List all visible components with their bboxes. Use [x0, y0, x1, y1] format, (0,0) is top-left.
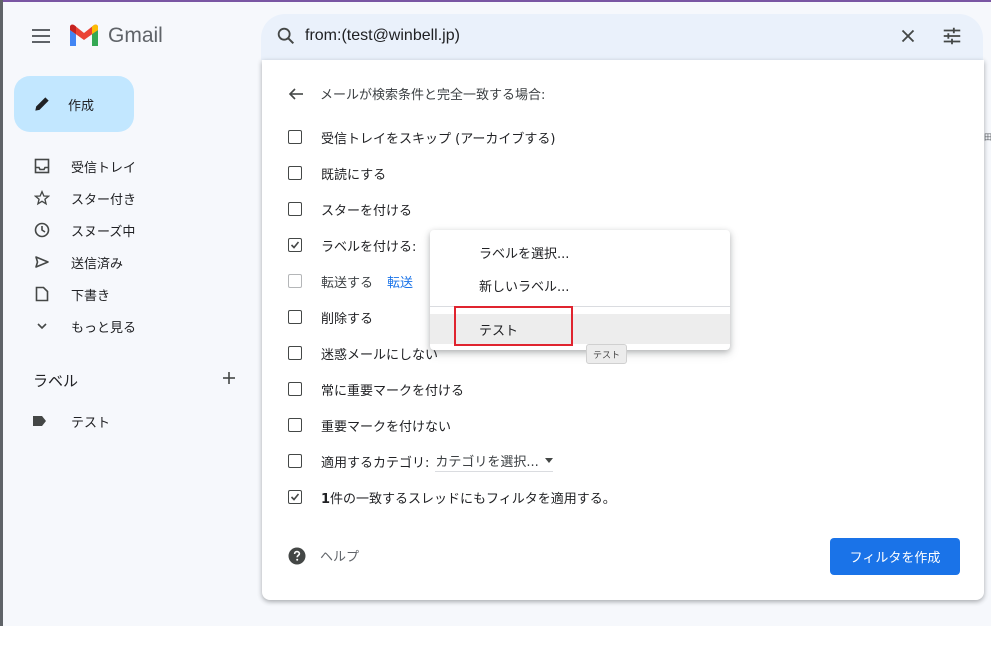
pencil-icon: [35, 97, 49, 111]
sidebar-label-test[interactable]: テスト: [3, 404, 253, 436]
search-bar[interactable]: from:(test@winbell.jp): [261, 14, 983, 60]
sidebar-item-label: 送信済み: [71, 257, 124, 272]
label-icon: [33, 412, 47, 431]
compose-button[interactable]: 作成: [14, 76, 134, 132]
chevron-down-icon: [33, 317, 51, 335]
option-label: 常に重要マークを付ける: [321, 383, 465, 399]
sidebar-item-sent[interactable]: 送信済み: [3, 246, 253, 278]
option-never-important[interactable]: 重要マークを付けない: [288, 415, 451, 435]
sidebar-item-drafts[interactable]: 下書き: [3, 278, 253, 310]
option-label: ラベルを付ける:: [321, 239, 417, 255]
category-checkbox[interactable]: [288, 454, 302, 468]
option-star[interactable]: スターを付ける: [288, 199, 412, 219]
option-label: 適用するカテゴリ:: [321, 455, 430, 471]
gmail-m-icon: [70, 24, 98, 46]
never-important-checkbox[interactable]: [288, 418, 302, 432]
matching-count: 1: [321, 491, 331, 507]
filter-heading-row: メールが検索条件と完全一致する場合:: [288, 84, 545, 103]
sidebar-item-label: もっと見る: [71, 321, 137, 336]
skip-inbox-checkbox[interactable]: [288, 130, 302, 144]
apply-existing-checkbox[interactable]: [288, 490, 302, 504]
never-spam-checkbox[interactable]: [288, 346, 302, 360]
compose-label: 作成: [68, 98, 95, 114]
option-category[interactable]: 適用するカテゴリ: カテゴリを選択...: [288, 451, 553, 472]
option-never-spam[interactable]: 迷惑メールにしない: [288, 343, 438, 363]
option-apply-existing[interactable]: 1件の一致するスレッドにもフィルタを適用する。: [288, 487, 616, 507]
help-link[interactable]: ヘルプ: [288, 546, 359, 565]
hamburger-icon: [32, 29, 50, 43]
sidebar-item-label: 受信トレイ: [71, 161, 137, 176]
option-label: 重要マークを付けない: [321, 419, 452, 435]
sidebar-item-label: スター付き: [71, 193, 137, 208]
search-input[interactable]: from:(test@winbell.jp): [305, 27, 460, 45]
category-select[interactable]: カテゴリを選択...: [435, 451, 553, 472]
draft-icon: [33, 285, 51, 303]
option-label: 1件の一致するスレッドにもフィルタを適用する。: [321, 488, 616, 507]
gmail-app: Gmail from:(test@winbell.jp) 作成 受信トレイ スタ…: [3, 2, 991, 626]
add-label-button[interactable]: [219, 368, 239, 388]
star-icon: [33, 189, 51, 207]
choose-label-item[interactable]: ラベルを選択...: [479, 243, 569, 262]
dropdown-arrow-icon: [544, 457, 553, 463]
checkmark-icon: [290, 493, 300, 501]
option-label: 既読にする: [321, 167, 387, 183]
sidebar-item-snoozed[interactable]: スヌーズ中: [3, 214, 253, 246]
back-arrow-icon[interactable]: [288, 87, 304, 101]
always-important-checkbox[interactable]: [288, 382, 302, 396]
sidebar-item-starred[interactable]: スター付き: [3, 182, 253, 214]
inbox-icon: [33, 157, 51, 175]
filter-heading: メールが検索条件と完全一致する場合:: [320, 88, 546, 103]
clock-icon: [33, 221, 51, 239]
option-delete[interactable]: 削除する: [288, 307, 373, 327]
window-left-border: [0, 0, 3, 626]
option-always-important[interactable]: 常に重要マークを付ける: [288, 379, 464, 399]
plus-icon: [223, 372, 235, 384]
forward-address-link[interactable]: 転送: [387, 272, 413, 291]
search-options-icon[interactable]: [941, 25, 963, 47]
gmail-logo[interactable]: Gmail: [68, 24, 163, 48]
checkmark-icon: [290, 241, 300, 249]
help-label: ヘルプ: [320, 550, 360, 565]
star-checkbox[interactable]: [288, 202, 302, 216]
forward-checkbox[interactable]: [288, 274, 302, 288]
main-menu-button[interactable]: [27, 22, 55, 50]
send-icon: [33, 253, 51, 271]
sidebar-item-inbox[interactable]: 受信トレイ: [3, 150, 253, 182]
help-icon: [288, 547, 306, 564]
apply-label-checkbox[interactable]: [288, 238, 302, 252]
create-filter-button[interactable]: フィルタを作成: [830, 538, 960, 575]
mark-read-checkbox[interactable]: [288, 166, 302, 180]
delete-checkbox[interactable]: [288, 310, 302, 324]
close-icon[interactable]: [897, 25, 919, 47]
option-apply-label[interactable]: ラベルを付ける:: [288, 235, 416, 255]
sidebar-nav: 受信トレイ スター付き スヌーズ中 送信済み 下書き もっと見る: [3, 150, 253, 342]
option-label: スターを付ける: [321, 203, 413, 219]
category-select-value: カテゴリを選択...: [435, 454, 539, 470]
label-tooltip: テスト: [586, 344, 628, 364]
new-label-item[interactable]: 新しいラベル...: [479, 276, 569, 295]
sidebar-item-label: テスト: [71, 416, 111, 431]
apply-existing-text: 件の一致するスレッドにもフィルタを適用する。: [330, 491, 616, 507]
option-label: 受信トレイをスキップ (アーカイブする): [321, 131, 556, 147]
labels-section-title: ラベル: [33, 372, 79, 390]
option-label: 迷惑メールにしない: [321, 347, 439, 363]
gmail-wordmark: Gmail: [108, 24, 163, 47]
option-label: 転送する: [321, 275, 374, 291]
option-mark-read[interactable]: 既読にする: [288, 163, 386, 183]
search-icon[interactable]: [275, 25, 297, 47]
sidebar-item-label: スヌーズ中: [71, 225, 136, 240]
option-label: 削除する: [321, 311, 374, 327]
sidebar-item-label: 下書き: [71, 289, 111, 304]
side-panel-icon[interactable]: 田: [984, 132, 991, 143]
option-forward[interactable]: 転送する 転送: [288, 271, 413, 291]
highlight-box: [454, 306, 573, 346]
option-skip-inbox[interactable]: 受信トレイをスキップ (アーカイブする): [288, 127, 556, 147]
sidebar-item-more[interactable]: もっと見る: [3, 310, 253, 342]
